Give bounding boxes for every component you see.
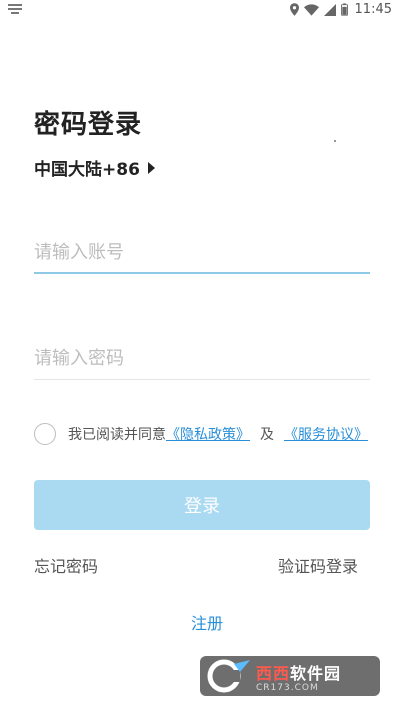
watermark-subtitle: CR173.COM: [256, 682, 319, 693]
notification-icon: [8, 4, 22, 14]
agree-prefix: 我已阅读并同意: [68, 427, 166, 443]
location-icon: [289, 3, 299, 16]
service-agreement-link[interactable]: 《服务协议》: [284, 424, 368, 444]
password-underline: [34, 379, 370, 380]
watermark-logo: 西西软件园 CR173.COM: [200, 656, 380, 696]
register-link[interactable]: 注册: [0, 610, 400, 634]
stray-dot: [334, 140, 336, 142]
signal-icon: [323, 3, 336, 16]
battery-icon: [340, 3, 348, 16]
status-time: 11:45: [354, 2, 392, 17]
privacy-policy-link[interactable]: 《隐私政策》: [166, 424, 250, 444]
region-selector[interactable]: 中国大陆+86: [34, 155, 155, 180]
agree-radio[interactable]: [34, 423, 56, 445]
account-field: [34, 232, 370, 274]
account-underline: [34, 272, 370, 274]
forgot-password-link[interactable]: 忘记密码: [34, 553, 98, 577]
account-input[interactable]: [34, 232, 370, 272]
agreement-row: 我已阅读并同意 《隐私政策》 及 《服务协议》: [34, 423, 368, 445]
and-text: 及: [260, 427, 274, 443]
code-login-link[interactable]: 验证码登录: [278, 553, 358, 577]
triangle-right-icon: [147, 161, 155, 174]
watermark-title: 西西软件园: [256, 663, 342, 683]
cr173-logo-icon: [207, 659, 250, 693]
password-field: [34, 338, 370, 380]
login-button[interactable]: 登录: [34, 480, 370, 530]
password-input[interactable]: [34, 338, 370, 378]
status-bar: 11:45: [0, 0, 400, 22]
region-label: 中国大陆+86: [34, 160, 140, 180]
page-title: 密码登录: [34, 110, 143, 140]
wifi-icon: [303, 3, 319, 16]
